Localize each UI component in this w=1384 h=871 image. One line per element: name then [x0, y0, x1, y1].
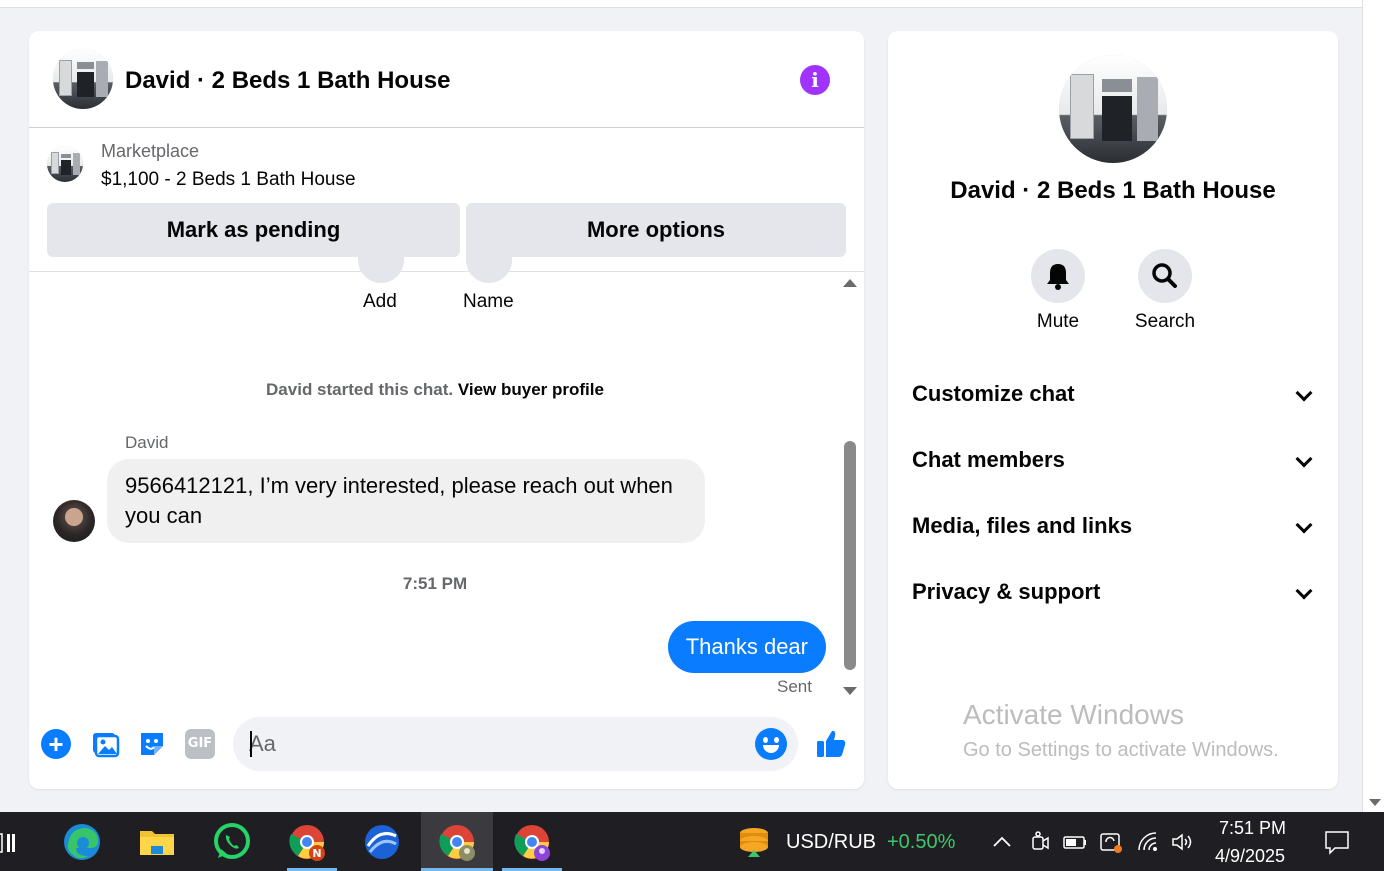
ticker-change[interactable]: +0.50%	[887, 831, 955, 854]
search-label: Search	[1134, 311, 1196, 332]
chevron-down-icon	[1295, 384, 1313, 402]
section-label: Customize chat	[912, 381, 1075, 406]
section-label: Chat members	[912, 447, 1065, 472]
battery-icon[interactable]	[1063, 830, 1087, 854]
app-icon-swirl[interactable]	[362, 822, 402, 862]
name-action-button[interactable]	[466, 253, 512, 283]
activate-windows-title: Activate Windows	[963, 699, 1184, 730]
chevron-down-icon	[1295, 450, 1313, 468]
task-view-icon[interactable]	[0, 822, 20, 862]
conversation-title[interactable]: David · 2 Beds 1 Bath House	[125, 67, 450, 95]
chat-started-notice: David started this chat. View buyer prof…	[29, 380, 841, 400]
section-label: Privacy & support	[912, 579, 1101, 604]
search-button[interactable]: Search	[1135, 249, 1195, 332]
sender-name: David	[125, 433, 169, 452]
coins-icon[interactable]	[736, 824, 772, 860]
listing-title[interactable]: $1,100 - 2 Beds 1 Bath House	[101, 169, 356, 191]
section-label: Media, files and links	[912, 513, 1133, 538]
message-input[interactable]	[249, 717, 739, 771]
photo-icon[interactable]	[90, 729, 120, 759]
thumbs-up-icon[interactable]	[814, 727, 848, 761]
clock-date[interactable]: 4/9/2025	[1215, 846, 1285, 867]
conversation-avatar[interactable]	[53, 49, 113, 109]
chrome-profile-icon[interactable]	[437, 822, 477, 862]
search-icon[interactable]	[1138, 249, 1192, 303]
section-customize-chat[interactable]: Customize chat	[912, 374, 1314, 414]
bell-icon[interactable]	[1031, 249, 1085, 303]
plus-icon[interactable]: +	[41, 729, 71, 759]
edge-browser-icon[interactable]	[62, 822, 102, 862]
clock-time[interactable]: 7:51 PM	[1219, 818, 1286, 839]
activate-windows-subtitle: Go to Settings to activate Windows.	[963, 739, 1279, 761]
scroll-up-arrow-icon[interactable]	[843, 279, 857, 287]
chat-panel: David · 2 Beds 1 Bath House i Marketplac…	[29, 31, 864, 789]
scroll-thumb[interactable]	[844, 441, 856, 670]
emoji-icon[interactable]	[755, 728, 787, 760]
listing-thumbnail[interactable]	[47, 146, 83, 182]
add-label: Add	[363, 291, 397, 312]
chevron-down-icon	[1295, 582, 1313, 600]
ticker-symbol[interactable]: USD/RUB	[786, 831, 876, 854]
view-buyer-profile-link[interactable]: View buyer profile	[458, 380, 604, 399]
chat-info-panel: David · 2 Beds 1 Bath House Mute Search …	[888, 31, 1338, 789]
thread-scrollbar[interactable]	[841, 279, 859, 695]
volume-icon[interactable]	[1170, 830, 1194, 854]
marketplace-label: Marketplace	[101, 141, 200, 161]
sync-icon[interactable]	[1099, 830, 1123, 854]
whatsapp-icon[interactable]	[212, 822, 252, 862]
add-action-button[interactable]	[358, 253, 404, 283]
scroll-down-arrow-icon[interactable]	[1369, 799, 1381, 806]
section-media-files-links[interactable]: Media, files and links	[912, 506, 1314, 546]
info-title: David · 2 Beds 1 Bath House	[950, 177, 1276, 204]
info-avatar[interactable]	[1059, 55, 1167, 163]
section-chat-members[interactable]: Chat members	[912, 440, 1314, 480]
section-privacy-support[interactable]: Privacy & support	[912, 572, 1314, 612]
sender-avatar[interactable]	[53, 500, 95, 542]
message-composer: + GIF	[29, 717, 864, 773]
wifi-icon[interactable]	[1136, 830, 1160, 854]
file-explorer-icon[interactable]	[137, 822, 177, 862]
chevron-up-icon[interactable]	[990, 830, 1014, 854]
chrome-profile-n-icon[interactable]: N	[287, 822, 327, 862]
svg-text:N: N	[312, 847, 321, 860]
sticker-icon[interactable]	[137, 729, 167, 759]
meeting-icon[interactable]	[1028, 830, 1052, 854]
page-scrollbar[interactable]	[1362, 0, 1384, 812]
message-timestamp: 7:51 PM	[402, 574, 468, 593]
gif-icon[interactable]: GIF	[185, 729, 215, 759]
taskbar: N USD/RUB +0.50% 7:51 PM 4/9/2025	[0, 812, 1384, 871]
mute-label: Mute	[1036, 311, 1080, 332]
message-status: Sent	[777, 677, 812, 696]
chrome-profile-purple-icon[interactable]	[512, 822, 552, 862]
more-options-button[interactable]: More options	[466, 203, 846, 257]
chat-started-text: David started this chat.	[266, 380, 454, 399]
scroll-down-arrow-icon[interactable]	[843, 687, 857, 695]
mark-as-pending-button[interactable]: Mark as pending	[47, 203, 460, 257]
marketplace-banner: Marketplace $1,100 - 2 Beds 1 Bath House…	[29, 128, 864, 272]
mute-button[interactable]: Mute	[1030, 249, 1086, 332]
message-input-container[interactable]	[233, 717, 798, 771]
message-thread: Add Name David started this chat. View b…	[29, 253, 864, 703]
outgoing-message[interactable]: Thanks dear	[667, 621, 826, 673]
text-caret	[250, 731, 252, 757]
incoming-message[interactable]: 9566412121, I’m very interested, please …	[107, 459, 705, 543]
chat-header: David · 2 Beds 1 Bath House i	[29, 31, 864, 128]
window-top-edge	[0, 0, 1362, 8]
chevron-down-icon	[1295, 516, 1313, 534]
notification-icon[interactable]	[1323, 828, 1351, 856]
info-icon[interactable]: i	[800, 65, 830, 95]
name-label: Name	[463, 291, 514, 312]
